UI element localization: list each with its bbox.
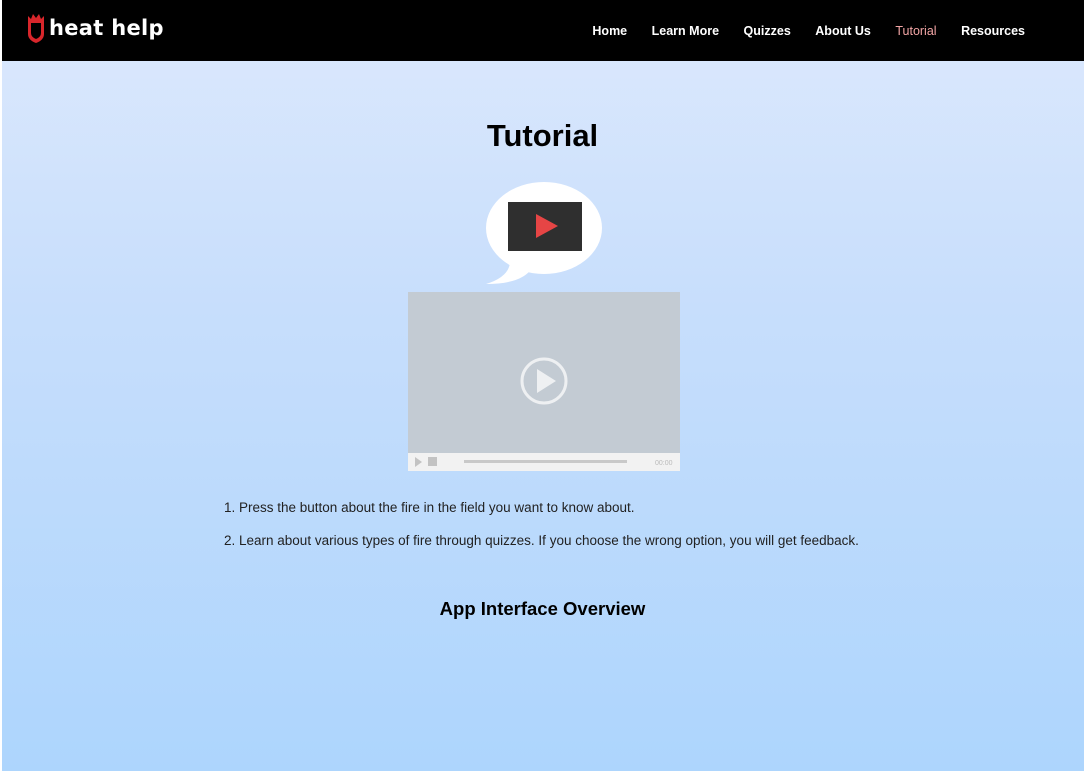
stop-icon[interactable] <box>428 457 437 466</box>
time-label: 00:00 <box>655 460 673 467</box>
list-item: 1. Press the button about the fire in th… <box>224 500 635 515</box>
section-heading: App Interface Overview <box>439 598 646 619</box>
video-player[interactable]: 00:00 <box>408 292 680 471</box>
list-item: 2. Learn about various types of fire thr… <box>224 532 859 548</box>
tutorial-illustration: 00:00 <box>408 182 680 471</box>
progress-track[interactable] <box>464 460 627 463</box>
speech-bubble-play-icon <box>486 182 602 284</box>
instruction-list: 1. Press the button about the fire in th… <box>224 500 859 565</box>
